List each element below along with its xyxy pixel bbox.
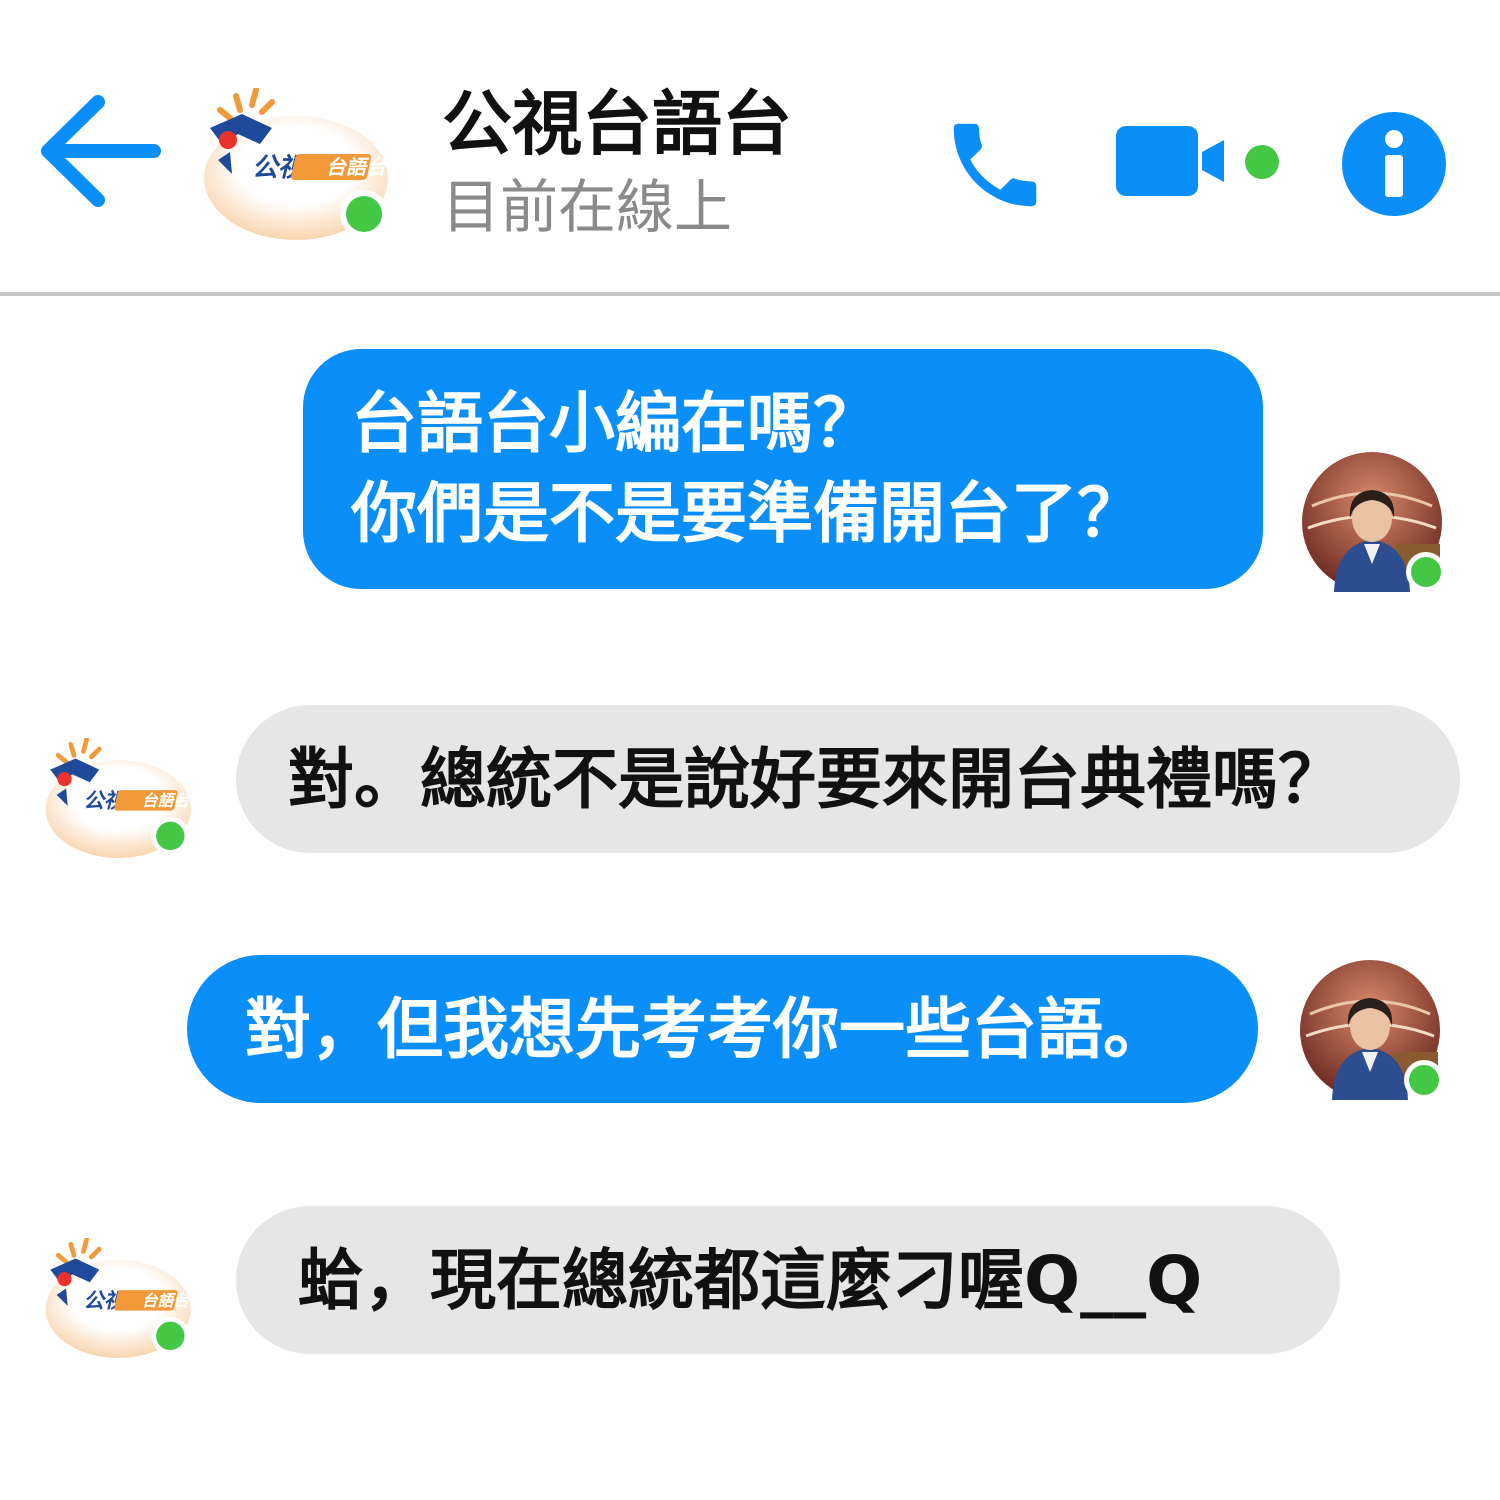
message-bubble-outgoing[interactable]: 台語台小編在嗎？ 你們是不是要準備開台了？ — [303, 349, 1263, 589]
arrow-left-icon — [41, 95, 161, 207]
chat-screen: 公視 台語台 公視台語台 目前在線上 台語台小編在嗎？ 你們是不是要準備開台了？… — [0, 0, 1500, 1500]
online-status-dot — [156, 1321, 185, 1351]
online-status-text: 目前在線上 — [442, 173, 733, 241]
call-button[interactable] — [940, 110, 1050, 220]
user-photo-icon — [1300, 960, 1444, 1100]
chat-header: 公視 台語台 公視台語台 目前在線上 — [0, 0, 1500, 292]
user-avatar[interactable] — [1300, 452, 1450, 602]
message-text: 你們是不是要準備開台了？ — [351, 475, 1143, 552]
online-status-dot — [1411, 557, 1441, 587]
message-text: 台語台小編在嗎？ — [351, 385, 879, 462]
info-button[interactable] — [1340, 110, 1448, 218]
channel-logo-icon: 公視 台語台 — [45, 738, 191, 858]
message-text: 蛤，現在總統都這麼刁喔Q__Q — [298, 1242, 1203, 1319]
channel-logo-icon: 公視 台語台 — [45, 1238, 191, 1358]
logo-badge: 台語台 — [142, 792, 191, 810]
video-call-button[interactable] — [1112, 118, 1286, 202]
message-text: 對，但我想先考考你一些台語。 — [245, 991, 1169, 1068]
user-avatar[interactable] — [1298, 960, 1448, 1110]
online-status-dot — [1245, 145, 1279, 179]
channel-logo-icon: 公視 台語台 — [204, 88, 388, 240]
channel-avatar[interactable]: 公視 台語台 — [44, 738, 194, 858]
online-status-dot — [156, 821, 185, 851]
online-status-dot — [346, 196, 382, 232]
chat-title: 公視台語台 — [442, 83, 792, 165]
header-divider — [0, 292, 1500, 296]
online-status-dot — [1409, 1065, 1439, 1095]
back-button[interactable] — [36, 88, 166, 214]
phone-icon — [953, 123, 1037, 207]
message-text: 對。總統不是說好要來開台典禮嗎？ — [288, 741, 1344, 818]
message-bubble-incoming[interactable]: 蛤，現在總統都這麼刁喔Q__Q — [236, 1206, 1340, 1354]
logo-badge: 台語台 — [142, 1292, 191, 1310]
message-bubble-incoming[interactable]: 對。總統不是說好要來開台典禮嗎？ — [236, 705, 1460, 853]
channel-avatar[interactable]: 公視 台語台 — [44, 1238, 194, 1358]
logo-badge: 台語台 — [326, 156, 388, 179]
message-bubble-outgoing[interactable]: 對，但我想先考考你一些台語。 — [187, 955, 1258, 1103]
user-photo-icon — [1302, 452, 1446, 592]
video-camera-icon — [1116, 126, 1279, 196]
info-icon — [1342, 112, 1446, 216]
channel-avatar[interactable]: 公視 台語台 — [202, 88, 392, 240]
